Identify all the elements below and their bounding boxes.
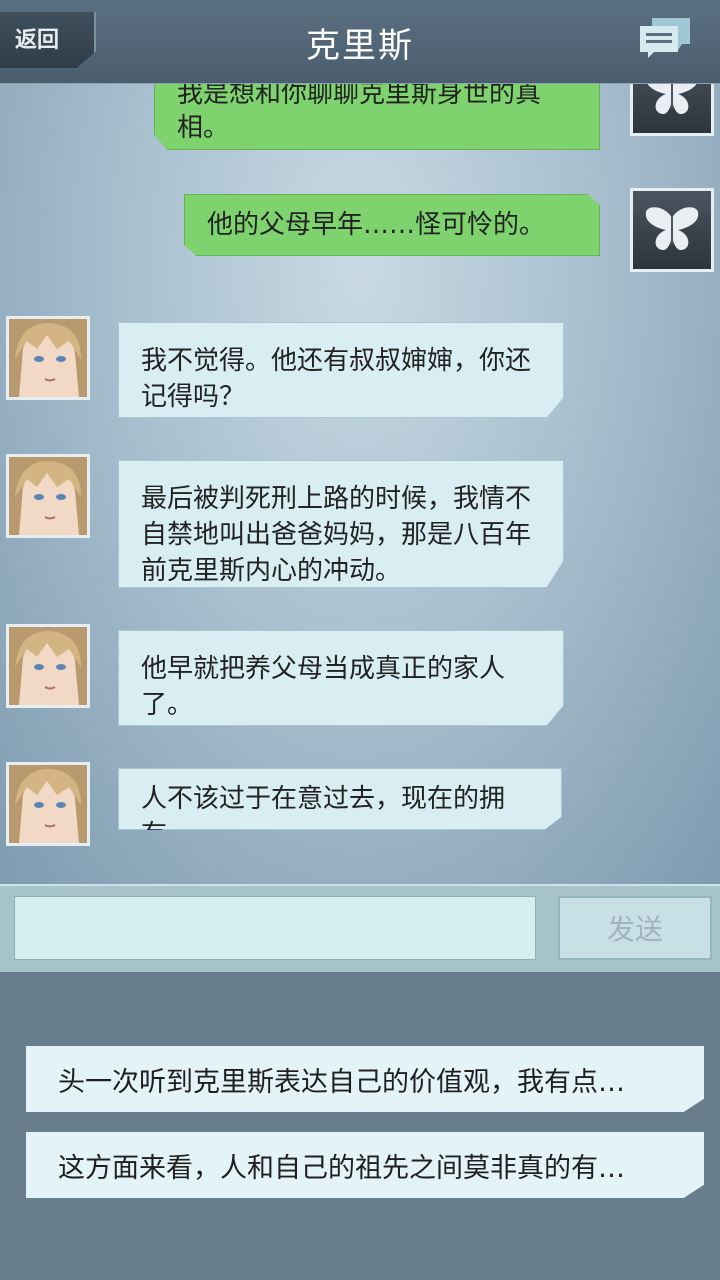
message-text: 人不该过于在意过去，现在的拥有。 [141, 784, 506, 850]
chris-avatar[interactable] [6, 624, 90, 708]
self-avatar[interactable] [630, 188, 714, 272]
header-bar: 返回 克里斯 [0, 0, 720, 84]
chris-avatar[interactable] [6, 316, 90, 400]
message-bubble-other: 我不觉得。他还有叔叔婶婶，你还记得吗？ [118, 322, 564, 418]
back-button[interactable]: 返回 [0, 12, 96, 68]
reply-option[interactable]: 这方面来看，人和自己的祖先之间莫非真的有… [26, 1132, 704, 1198]
send-button-label: 发送 [606, 913, 663, 946]
butterfly-icon [645, 207, 699, 251]
chat-area[interactable]: 我是想和你聊聊克里斯身世的真相。 他的父母早年……怪可怜的。 我不觉得。他还有叔… [0, 0, 720, 884]
chris-avatar[interactable] [6, 454, 90, 538]
message-bubble-other: 最后被判死刑上路的时候，我情不自禁地叫出爸爸妈妈，那是八百年前克里斯内心的冲动。 [118, 460, 564, 588]
message-bubble-self: 他的父母早年……怪可怜的。 [184, 194, 600, 256]
message-text: 我不觉得。他还有叔叔婶婶，你还记得吗？ [141, 346, 532, 412]
chat-bubbles-icon[interactable] [638, 16, 692, 60]
page-title: 克里斯 [306, 25, 414, 66]
message-text: 最后被判死刑上路的时候，我情不自禁地叫出爸爸妈妈，那是八百年前克里斯内心的冲动。 [141, 484, 532, 586]
reply-options-panel: 头一次听到克里斯表达自己的价值观，我有点… 这方面来看，人和自己的祖先之间莫非真… [0, 972, 720, 1280]
message-bubble-other: 他早就把养父母当成真正的家人了。 [118, 630, 564, 726]
message-input[interactable] [14, 896, 536, 960]
chris-portrait-icon [9, 765, 87, 843]
message-bubble-other: 人不该过于在意过去，现在的拥有。 [118, 768, 562, 830]
back-button-label: 返回 [14, 28, 59, 53]
reply-option-text: 这方面来看，人和自己的祖先之间莫非真的有… [58, 1152, 625, 1184]
chris-portrait-icon [9, 319, 87, 397]
send-button[interactable]: 发送 [558, 896, 712, 960]
message-text: 我是想和你聊聊克里斯身世的真相。 [177, 79, 542, 143]
chris-portrait-icon [9, 457, 87, 535]
reply-option[interactable]: 头一次听到克里斯表达自己的价值观，我有点… [26, 1046, 704, 1112]
chris-avatar[interactable] [6, 762, 90, 846]
input-bar: 发送 [0, 884, 720, 972]
message-text: 他的父母早年……怪可怜的。 [207, 210, 546, 240]
reply-option-text: 头一次听到克里斯表达自己的价值观，我有点… [58, 1066, 625, 1098]
message-text: 他早就把养父母当成真正的家人了。 [141, 654, 506, 720]
chris-portrait-icon [9, 627, 87, 705]
